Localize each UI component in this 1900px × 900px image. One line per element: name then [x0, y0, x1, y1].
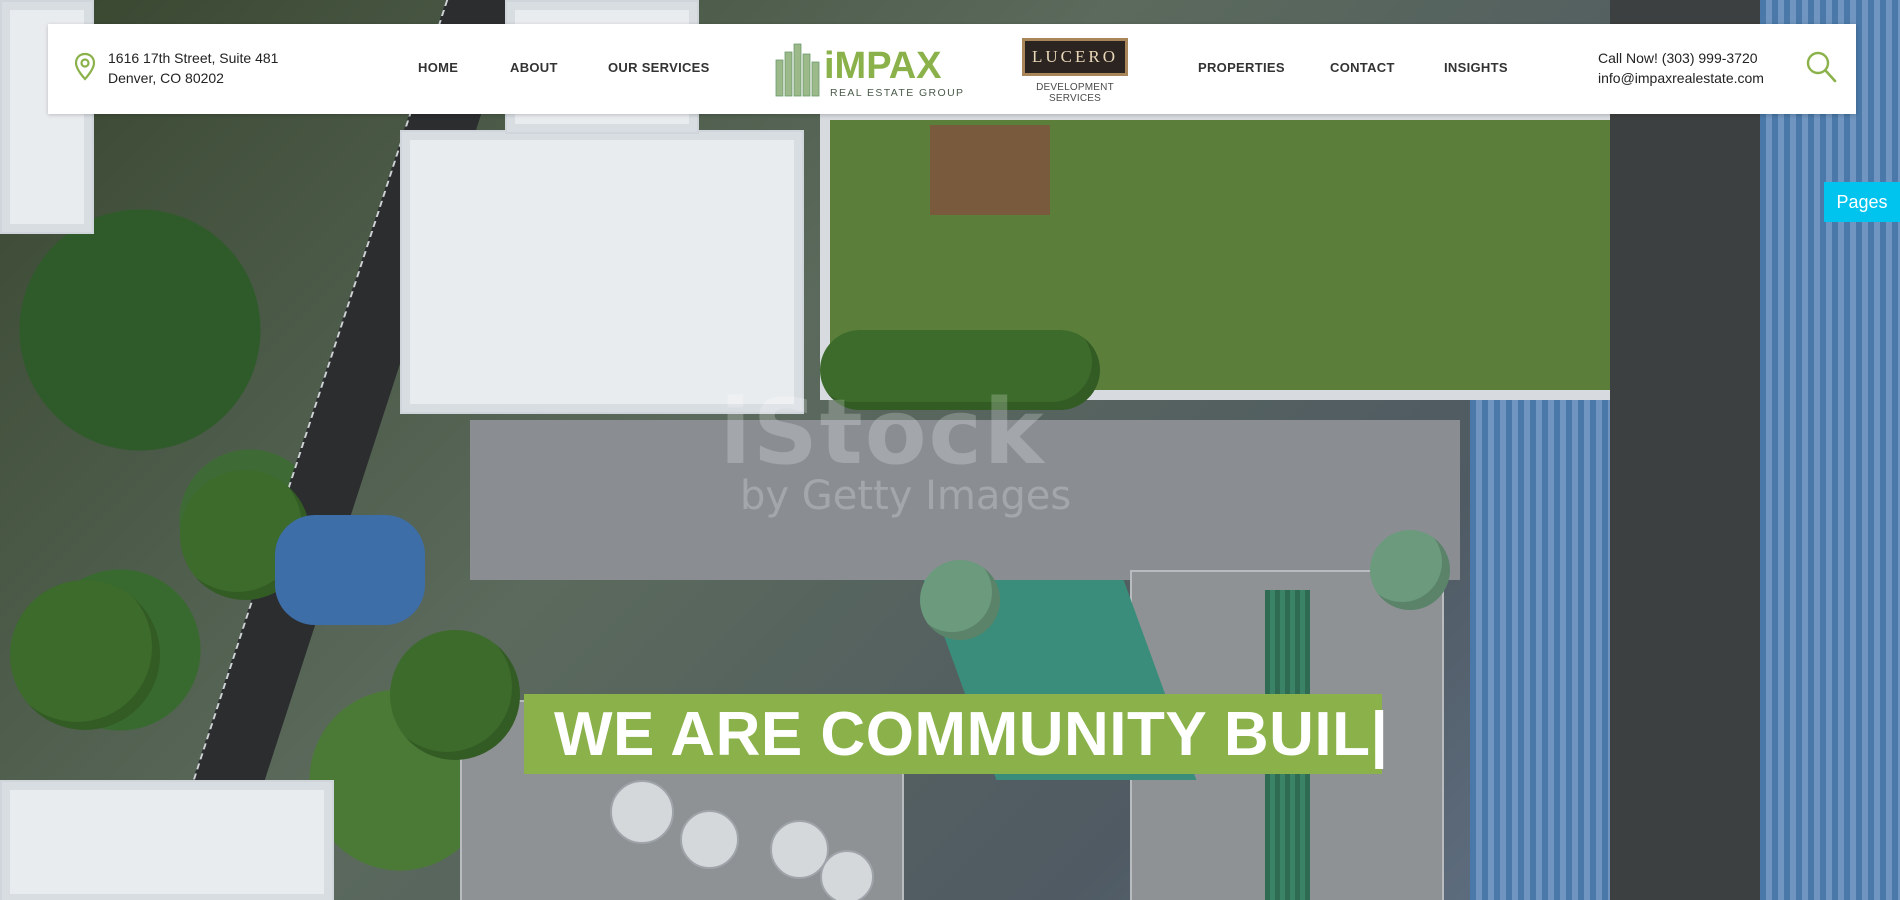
contact-phone[interactable]: Call Now! (303) 999-3720	[1598, 48, 1764, 68]
nav-insights[interactable]: INSIGHTS	[1444, 60, 1508, 75]
dome	[920, 560, 1000, 640]
impax-logo-tagline: REAL ESTATE GROUP	[830, 87, 964, 99]
tree	[10, 580, 160, 730]
impax-logo[interactable]: iMPAX REAL ESTATE GROUP	[774, 38, 984, 100]
address-text: 1616 17th Street, Suite 481 Denver, CO 8…	[108, 48, 278, 88]
rooftop-deck	[930, 125, 1050, 215]
tree-row	[820, 330, 1100, 410]
nav-about[interactable]: ABOUT	[510, 60, 558, 75]
water-tank	[610, 780, 674, 844]
hero-headline-text: WE ARE COMMUNITY BUIL|	[554, 699, 1389, 769]
nav-home[interactable]: HOME	[418, 60, 458, 75]
roadway	[1610, 0, 1760, 900]
nav-properties[interactable]: PROPERTIES	[1198, 60, 1285, 75]
dome	[1370, 530, 1450, 610]
nav-our-services[interactable]: OUR SERVICES	[608, 60, 710, 75]
building	[0, 780, 334, 900]
lucero-logo-tagline: DEVELOPMENT SERVICES	[1036, 82, 1114, 104]
hero-headline: WE ARE COMMUNITY BUIL|	[524, 694, 1388, 774]
tree	[390, 630, 520, 760]
address-block: 1616 17th Street, Suite 481 Denver, CO 8…	[72, 48, 278, 88]
lucero-logo-badge: LUCERO	[1022, 38, 1128, 76]
nav-contact[interactable]: CONTACT	[1330, 60, 1395, 75]
building	[400, 130, 804, 414]
contact-info: Call Now! (303) 999-3720 info@impaxreale…	[1598, 48, 1764, 88]
water-tank	[680, 810, 739, 869]
impax-logo-name: iMPAX	[824, 45, 942, 87]
address-line-2: Denver, CO 80202	[108, 70, 224, 86]
lucero-logo-name: LUCERO	[1032, 47, 1118, 66]
search-icon[interactable]	[1804, 50, 1838, 84]
contact-email[interactable]: info@impaxrealestate.com	[1598, 68, 1764, 88]
rooftop	[1760, 0, 1900, 900]
pages-side-tab[interactable]: Pages	[1824, 182, 1900, 222]
site-header: 1616 17th Street, Suite 481 Denver, CO 8…	[48, 24, 1856, 114]
rooftop	[1470, 400, 1610, 900]
location-pin-icon	[74, 52, 96, 81]
playground	[275, 515, 425, 625]
plaza	[470, 420, 1460, 580]
address-line-1: 1616 17th Street, Suite 481	[108, 50, 279, 66]
pages-side-tab-label: Pages	[1836, 191, 1888, 212]
water-tank	[820, 850, 874, 900]
lucero-logo[interactable]: LUCERO DEVELOPMENT SERVICES	[1018, 38, 1132, 104]
